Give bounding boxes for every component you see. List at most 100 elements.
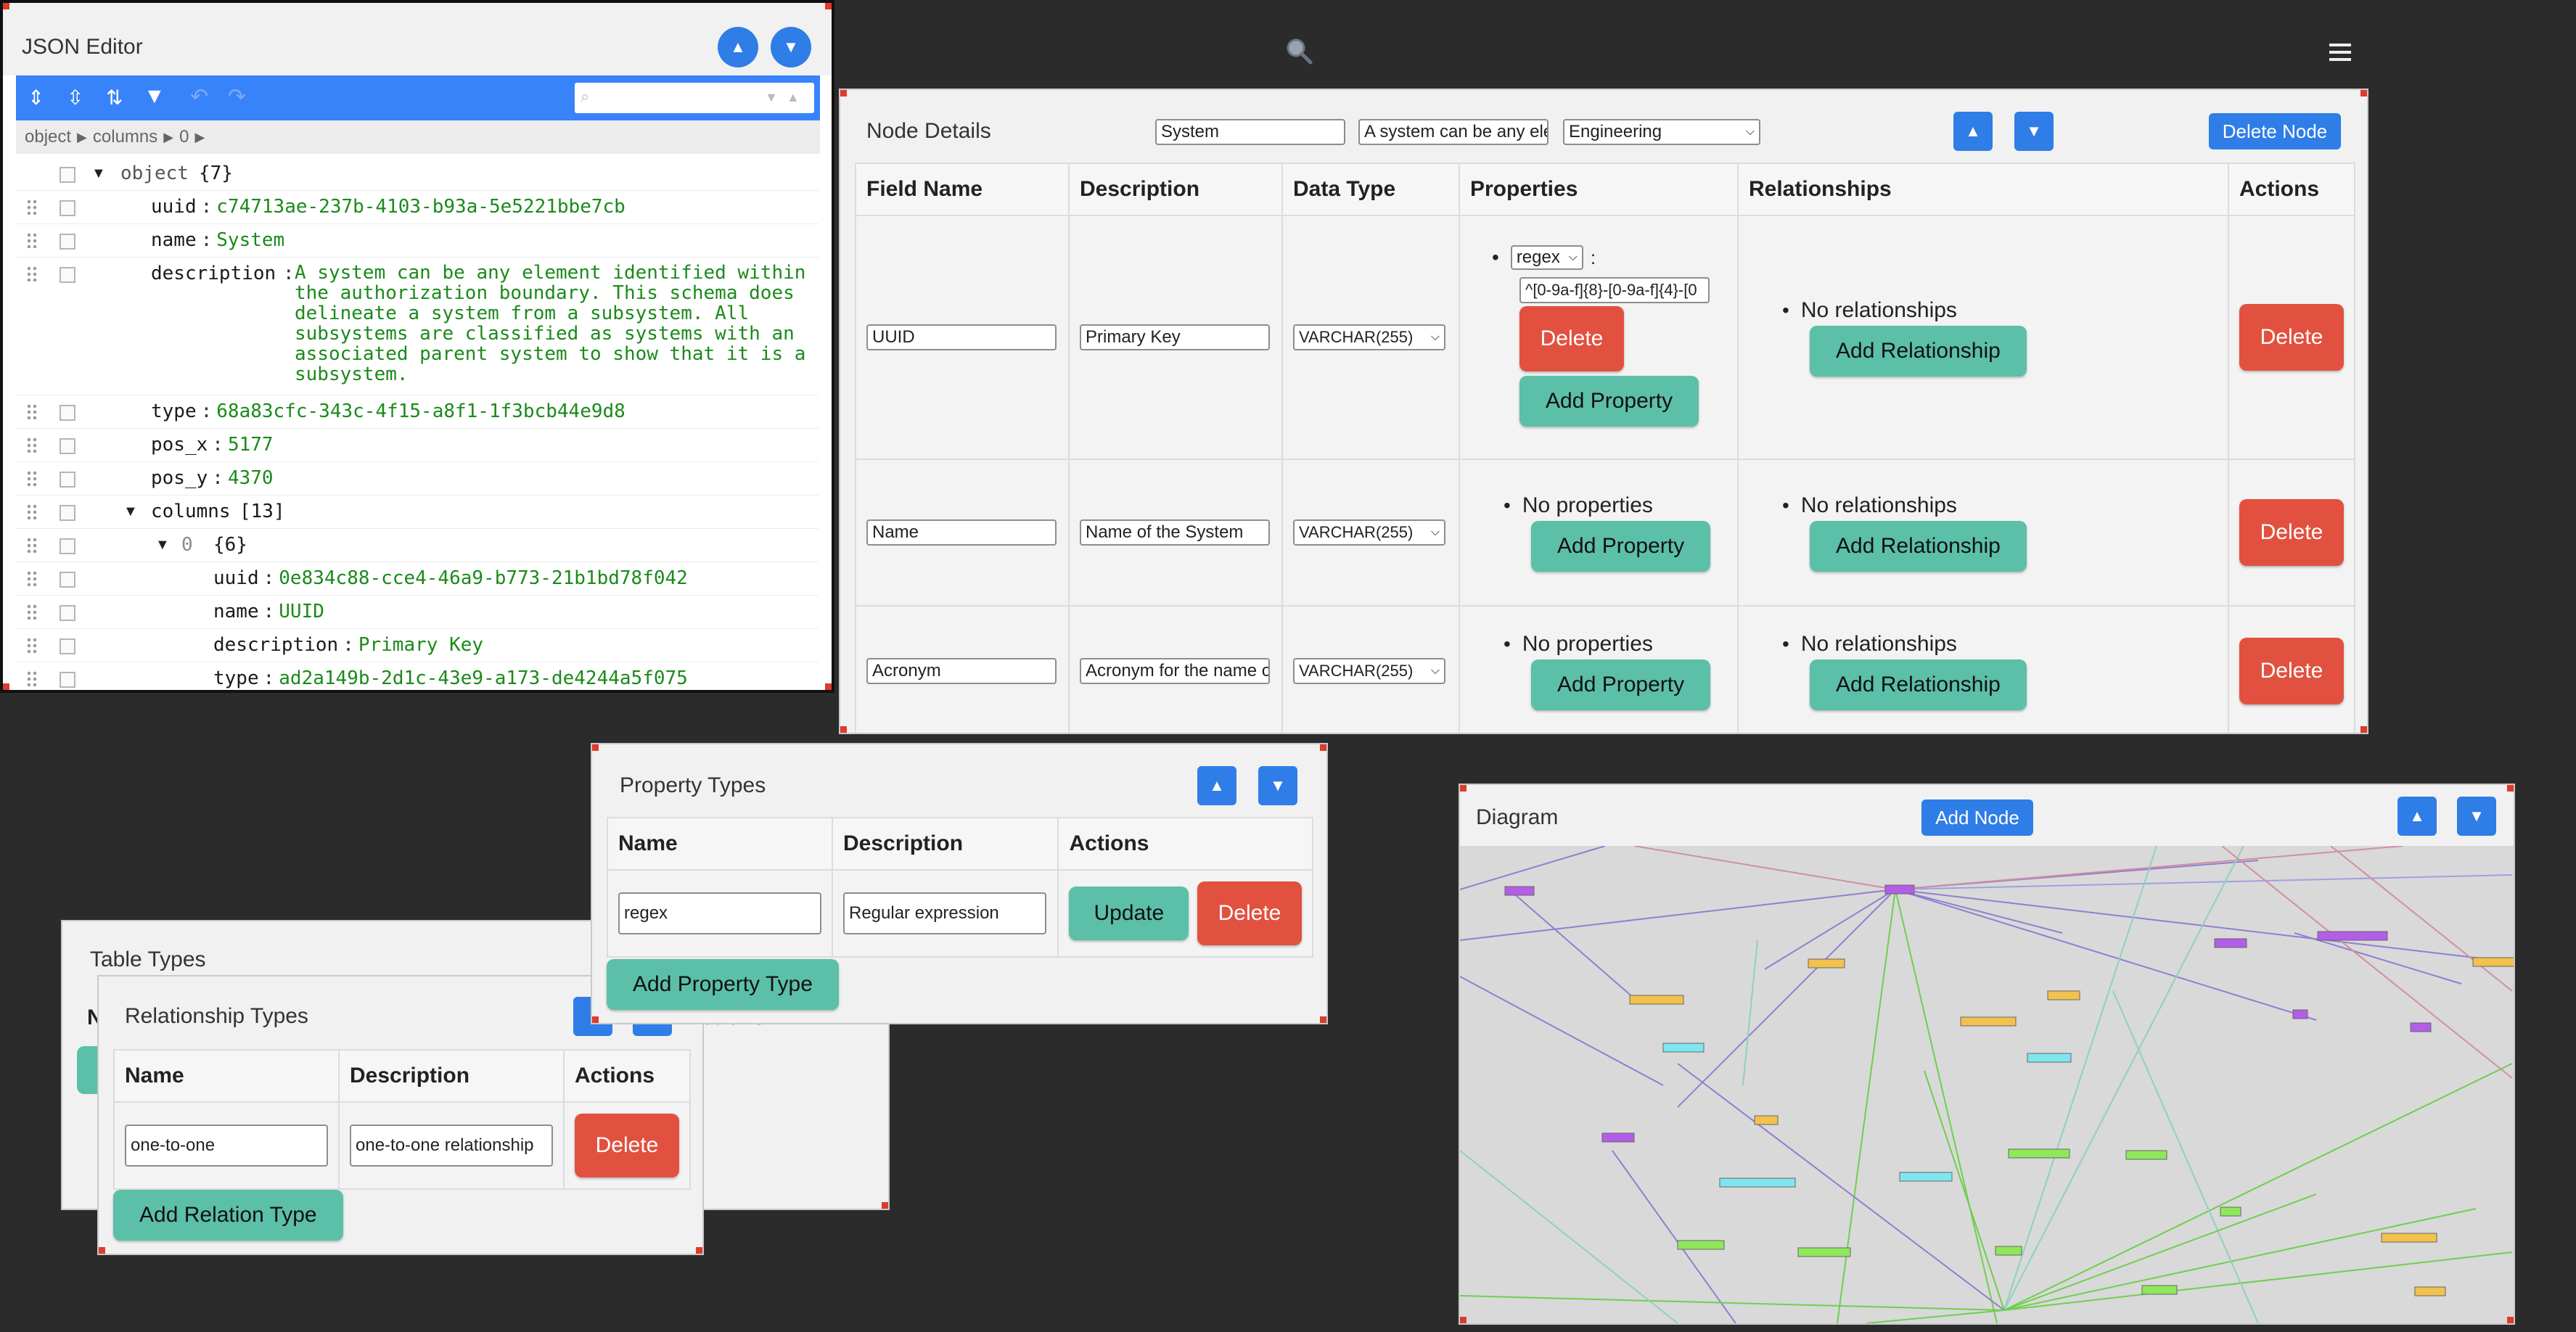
row-menu-checkbox[interactable] [60, 405, 75, 421]
json-search-input[interactable]: ⌕ ▼ ▲ [575, 83, 814, 113]
field-key[interactable]: pos_y [151, 467, 208, 489]
field-description-input[interactable]: Name of the System [1080, 519, 1270, 546]
resize-handle[interactable] [825, 683, 832, 690]
expand-all-icon[interactable]: ⇕ [28, 86, 44, 110]
field-key[interactable]: uuid [213, 567, 259, 589]
row-menu-checkbox[interactable] [60, 572, 75, 588]
node-name-input[interactable]: System [1155, 119, 1345, 145]
move-up-button[interactable]: ▲ [1197, 766, 1236, 805]
add-relationship-button[interactable]: Add Relationship [1810, 659, 2027, 710]
search-next-icon[interactable]: ▼ [765, 90, 778, 105]
resize-handle[interactable] [1460, 785, 1467, 792]
resize-handle[interactable] [592, 744, 599, 751]
add-relation-type-button[interactable]: Add Relation Type [113, 1190, 343, 1241]
field-value[interactable]: 0e834c88-cce4-46a9-b773-21b1bd78f042 [279, 567, 688, 589]
data-type-select[interactable]: VARCHAR(255) ⌵ [1293, 519, 1445, 546]
resize-handle[interactable] [2360, 90, 2367, 96]
node-category-select[interactable]: Engineering ⌵ [1563, 119, 1760, 145]
move-down-button[interactable]: ▼ [2457, 797, 2496, 836]
tree-row[interactable]: type: ad2a149b-2d1c-43e9-a173-de4244a5f07… [16, 662, 819, 690]
tree-row[interactable]: name: UUID [16, 595, 819, 629]
field-value[interactable]: 5177 [228, 434, 274, 456]
data-type-select[interactable]: VARCHAR(255) ⌵ [1293, 658, 1445, 684]
row-menu-checkbox[interactable] [60, 672, 75, 688]
field-name-input[interactable]: Acronym [866, 658, 1057, 684]
resize-handle[interactable] [592, 1016, 599, 1023]
tree-row[interactable]: uuid:0e834c88-cce4-46a9-b773-21b1bd78f04… [16, 562, 819, 596]
drag-handle-icon[interactable] [26, 470, 38, 486]
resize-handle[interactable] [2360, 726, 2367, 733]
field-value[interactable]: System [216, 229, 284, 251]
field-key[interactable]: description [151, 263, 276, 284]
move-up-button[interactable]: ▲ [1953, 112, 1993, 151]
tree-row[interactable]: ▼ columns [13] [16, 495, 819, 529]
relation-name-input[interactable]: one-to-one [125, 1125, 328, 1167]
undo-icon[interactable]: ↶ [190, 84, 208, 110]
drag-handle-icon[interactable] [26, 570, 38, 586]
redo-icon[interactable]: ↷ [228, 84, 246, 110]
field-description-input[interactable]: Acronym for the name o [1080, 658, 1270, 684]
move-up-button[interactable]: ▲ [2397, 797, 2437, 836]
resize-handle[interactable] [1320, 1016, 1326, 1023]
delete-row-button[interactable]: Delete [2239, 499, 2344, 566]
property-type-select[interactable]: regex ⌵ [1510, 245, 1583, 270]
field-value[interactable]: c74713ae-237b-4103-b93a-5e5221bbe7cb [216, 196, 625, 218]
resize-handle[interactable] [2507, 1317, 2514, 1323]
field-key[interactable]: pos_x [151, 434, 208, 456]
collapse-icon[interactable]: ▼ [91, 165, 106, 182]
row-menu-checkbox[interactable] [60, 505, 75, 521]
field-value[interactable]: 4370 [228, 467, 274, 489]
field-name-input[interactable]: UUID [866, 324, 1057, 350]
collapse-all-icon[interactable]: ⇳ [67, 86, 83, 110]
diagram-graph[interactable] [1460, 846, 2514, 1323]
resize-handle[interactable] [1460, 1317, 1467, 1323]
row-menu-checkbox[interactable] [60, 167, 75, 183]
resize-handle[interactable] [840, 726, 847, 733]
resize-handle[interactable] [1320, 744, 1326, 751]
diagram-canvas[interactable] [1460, 846, 2514, 1323]
row-menu-checkbox[interactable] [60, 605, 75, 621]
hamburger-menu-icon[interactable] [2329, 44, 2351, 62]
tree-row[interactable]: pos_y:4370 [16, 461, 819, 496]
field-key[interactable]: description [213, 634, 338, 656]
collapse-icon[interactable]: ▼ [155, 537, 170, 554]
resize-handle[interactable] [3, 3, 9, 9]
row-menu-checkbox[interactable] [60, 234, 75, 250]
row-menu-checkbox[interactable] [60, 472, 75, 488]
breadcrumb-item[interactable]: 0 [179, 127, 189, 147]
resize-handle[interactable] [3, 683, 9, 690]
resize-handle[interactable] [825, 3, 832, 9]
field-key[interactable]: name [213, 601, 259, 622]
drag-handle-icon[interactable] [26, 637, 38, 653]
add-relationship-button[interactable]: Add Relationship [1810, 326, 2027, 377]
tree-row[interactable]: ▼ 0 {6} [16, 528, 819, 562]
add-property-button[interactable]: Add Property [1531, 521, 1711, 572]
drag-handle-icon[interactable] [26, 503, 38, 519]
delete-property-button[interactable]: Delete [1519, 306, 1624, 371]
add-node-button[interactable]: Add Node [1921, 799, 2033, 836]
tree-row[interactable]: type:68a83cfc-343c-4f15-a8f1-1f3bcb44e9d… [16, 395, 819, 429]
tree-row[interactable]: description: Primary Key [16, 628, 819, 662]
row-menu-checkbox[interactable] [60, 267, 75, 283]
field-key[interactable]: columns [151, 501, 231, 522]
delete-node-button[interactable]: Delete Node [2209, 113, 2341, 149]
drag-handle-icon[interactable] [26, 199, 38, 215]
property-type-description-input[interactable]: Regular expression [843, 892, 1046, 934]
field-value[interactable]: Primary Key [358, 634, 483, 656]
filter-icon[interactable]: ▼ [144, 84, 165, 109]
relation-description-input[interactable]: one-to-one relationship [350, 1125, 553, 1167]
row-menu-checkbox[interactable] [60, 638, 75, 654]
breadcrumb-item[interactable]: object [25, 127, 71, 147]
diagram-nodes[interactable] [1504, 884, 2514, 1296]
drag-handle-icon[interactable] [26, 437, 38, 453]
add-relationship-button[interactable]: Add Relationship [1810, 521, 2027, 572]
add-property-type-button[interactable]: Add Property Type [607, 959, 839, 1010]
tree-row[interactable]: pos_x:5177 [16, 428, 819, 462]
search-icon[interactable] [1283, 35, 1315, 67]
resize-handle[interactable] [99, 1247, 105, 1254]
drag-handle-icon[interactable] [26, 604, 38, 620]
add-property-button[interactable]: Add Property [1519, 376, 1699, 427]
drag-handle-icon[interactable] [26, 670, 38, 686]
update-property-type-button[interactable]: Update [1069, 887, 1189, 940]
tree-row[interactable]: uuid: c74713ae-237b-4103-b93a-5e5221bbe7c… [16, 190, 819, 224]
